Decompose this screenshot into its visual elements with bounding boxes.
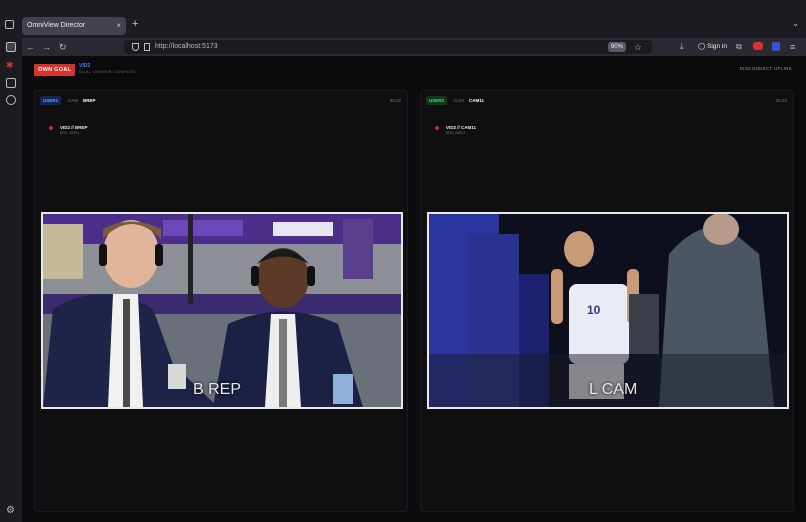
- extension-red-icon[interactable]: [753, 42, 763, 50]
- back-icon[interactable]: ←: [26, 40, 35, 54]
- download-icon[interactable]: ⤓: [680, 40, 684, 54]
- url-text[interactable]: http://localhost:5173: [155, 40, 218, 54]
- extension-shield-icon[interactable]: [772, 42, 780, 51]
- history-icon[interactable]: [6, 95, 16, 105]
- browser-tab-strip: OmniView Director × + ⌄: [0, 0, 806, 38]
- tab-list-icon[interactable]: [5, 20, 14, 29]
- reload-icon[interactable]: ↻: [59, 40, 67, 54]
- video-overlay-label: L CAM: [589, 381, 638, 398]
- chevron-down-icon[interactable]: ⌄: [792, 19, 799, 28]
- video-overlay-label: B REP: [193, 381, 242, 398]
- cam-label: CAM: [454, 98, 464, 103]
- app-root: OWN GOAL VID2 DUAL VIEWER CONFIGS DISCON…: [24, 57, 806, 522]
- tab-title: OmniView Director: [27, 22, 86, 29]
- bookmarks-icon[interactable]: [6, 78, 16, 88]
- url-bar[interactable]: http://localhost:5173 90% ☆: [124, 40, 652, 54]
- brand-logo: OWN GOAL: [34, 64, 76, 76]
- ai-sparkle-icon[interactable]: ✱: [6, 60, 16, 70]
- menu-icon[interactable]: ≡: [790, 40, 795, 54]
- browser-sidebar: ✱ ⚙: [0, 38, 22, 522]
- panel-header: USER1 CAM BREP 00:32: [35, 91, 407, 109]
- recording-dot-icon: [435, 126, 439, 130]
- video-feed-cam11[interactable]: 10 L CAM: [427, 212, 789, 409]
- new-tab-icon[interactable]: +: [132, 18, 138, 30]
- viewer-panel-user1: USER1 CAM BREP 00:32 VID2 // BREP SRC: 0…: [34, 90, 408, 512]
- brand-subtitle: DUAL VIEWER CONFIGS: [79, 69, 136, 74]
- forward-icon[interactable]: →: [42, 40, 51, 54]
- sign-in-label: Sign in: [707, 43, 727, 50]
- viewer-panel-user2: USER2 CAM CAM11 00:32 VID2 // CAM11 SRC:…: [420, 90, 794, 512]
- browser-nav-bar: ← → ↻ http://localhost:5173 90% ☆ ⤓ ◯ Si…: [22, 38, 806, 56]
- user-badge: USER2: [426, 96, 448, 105]
- extensions-icon[interactable]: ⧉: [736, 40, 742, 54]
- feed-title: VID2 // CAM11: [446, 125, 477, 130]
- user-badge: USER1: [40, 96, 62, 105]
- tab-close-icon[interactable]: ×: [116, 17, 121, 35]
- browser-tab[interactable]: OmniView Director ×: [22, 17, 126, 35]
- panel-header: USER2 CAM CAM11 00:32: [421, 91, 793, 109]
- disconnect-uplink-button[interactable]: DISCONNECT UPLINK: [740, 66, 792, 71]
- feed-title: VID2 // BREP: [60, 125, 88, 130]
- account-icon: ◯: [698, 43, 706, 50]
- settings-gear-icon[interactable]: ⚙: [6, 506, 16, 516]
- panel-timer: 00:32: [775, 98, 787, 103]
- sign-in-button[interactable]: ◯ Sign in: [698, 40, 727, 54]
- cam-name[interactable]: BREP: [83, 98, 96, 103]
- broadcast-booth-image: [43, 214, 401, 407]
- zoom-badge[interactable]: 90%: [607, 42, 626, 52]
- feed-source: SRC: 00002: [446, 131, 466, 135]
- svg-text:10: 10: [587, 303, 601, 317]
- cam-label: CAM: [68, 98, 78, 103]
- cam-name[interactable]: CAM11: [469, 98, 484, 103]
- page-icon: [144, 43, 150, 51]
- bookmark-star-icon[interactable]: ☆: [634, 40, 642, 54]
- basketball-player-image: 10: [429, 214, 787, 407]
- shield-icon[interactable]: [132, 43, 139, 51]
- video-feed-brep[interactable]: B REP: [41, 212, 403, 409]
- recording-dot-icon: [49, 126, 53, 130]
- sidebar-toggle-icon[interactable]: [6, 42, 16, 52]
- feed-source: SRC: 00001: [60, 131, 80, 135]
- panel-timer: 00:32: [389, 98, 401, 103]
